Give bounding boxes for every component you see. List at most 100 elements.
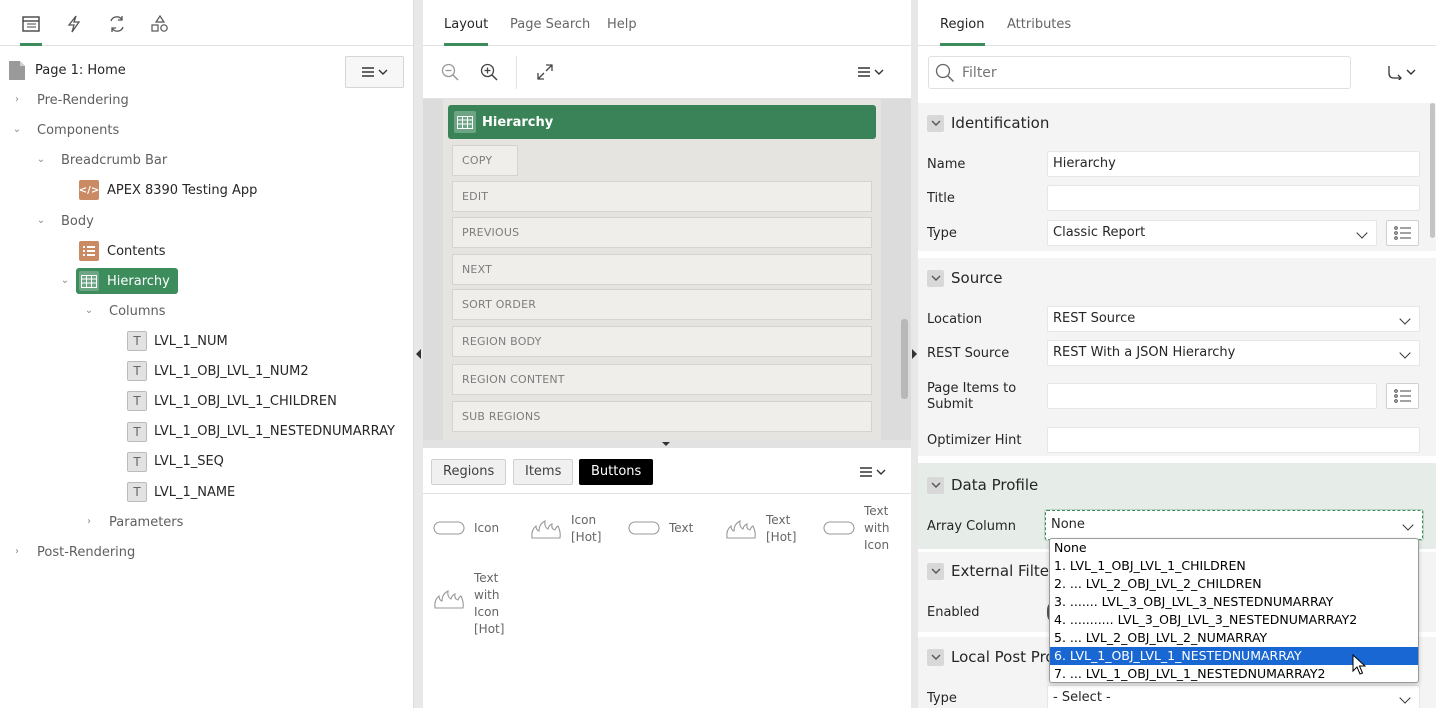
text-field-icon: T (127, 391, 147, 412)
processing-icon[interactable] (106, 13, 128, 35)
tree-node-column[interactable]: T LVL_1_SEQ (127, 449, 224, 475)
expand-icon[interactable] (534, 61, 556, 83)
page-title[interactable]: Page 1: Home (35, 57, 126, 83)
chevron-down-icon[interactable]: ⌄ (59, 275, 71, 287)
property-scrollbar[interactable] (1430, 103, 1435, 238)
chevron-down-icon[interactable]: ⌄ (35, 215, 47, 227)
prop-input-optimizer[interactable] (1047, 427, 1420, 453)
tree-node-post-rendering[interactable]: Post-Rendering (37, 539, 135, 565)
tree-node-components[interactable]: Components (37, 117, 119, 143)
flame-icon[interactable] (725, 520, 757, 544)
drop-zone[interactable]: EDIT (452, 181, 872, 212)
horizontal-splitter[interactable] (423, 440, 911, 448)
filter-input[interactable] (962, 62, 1342, 84)
gallery-tab-items[interactable]: Items (513, 459, 574, 485)
chevron-down-icon[interactable] (927, 476, 944, 494)
right-splitter[interactable] (911, 0, 918, 708)
tree-node-columns[interactable]: Columns (109, 298, 166, 324)
collapse-left-icon[interactable] (416, 349, 421, 359)
left-toolbar (0, 0, 413, 46)
prop-input-title[interactable] (1047, 185, 1420, 211)
tree-node-breadcrumb-region[interactable]: </> APEX 8390 Testing App (79, 177, 257, 203)
drop-zone[interactable]: REGION CONTENT (452, 364, 872, 395)
section-data-profile[interactable]: Data Profile (918, 465, 1436, 505)
page-items-list-button[interactable] (1386, 383, 1419, 409)
collapse-down-icon[interactable] (662, 442, 670, 446)
gallery-tab-buttons[interactable]: Buttons (579, 459, 654, 485)
tab-layout[interactable]: Layout (444, 0, 489, 46)
rendering-tree-icon[interactable] (20, 13, 42, 35)
dropdown-option[interactable]: None (1050, 539, 1418, 557)
tree-menu-button[interactable] (345, 56, 404, 88)
go-to-group-icon[interactable] (1384, 62, 1420, 82)
zoom-out-icon[interactable] (439, 61, 461, 83)
tree-node-contents[interactable]: Contents (79, 238, 165, 264)
filter-box[interactable] (928, 56, 1351, 89)
drop-zone[interactable]: NEXT (452, 254, 872, 285)
section-source[interactable]: Source (918, 258, 1436, 298)
tree-node-column[interactable]: T LVL_1_NUM (127, 328, 228, 354)
gallery-item-label: Text [Hot] (766, 513, 797, 544)
prop-input-page-items[interactable] (1047, 383, 1377, 409)
dropdown-option[interactable]: 1. LVL_1_OBJ_LVL_1_CHILDREN (1050, 557, 1418, 575)
tree-node-column[interactable]: T LVL_1_OBJ_LVL_1_NUM2 (127, 358, 309, 384)
region-header-hierarchy[interactable]: Hierarchy (448, 105, 876, 139)
pill-button-icon[interactable] (823, 520, 855, 540)
section-identification[interactable]: Identification (918, 103, 1436, 143)
tab-help[interactable]: Help (607, 0, 637, 46)
tree-node-pre-rendering[interactable]: Pre-Rendering (37, 87, 129, 113)
tab-attributes[interactable]: Attributes (1007, 0, 1071, 46)
drop-zone[interactable]: SUB REGIONS (452, 401, 872, 432)
dropdown-option[interactable]: 3. ....... LVL_3_OBJ_LVL_3_NESTEDNUMARRA… (1050, 593, 1418, 611)
chevron-down-icon[interactable] (927, 269, 944, 287)
chevron-right-icon[interactable]: › (11, 546, 23, 558)
prop-select-type2[interactable]: - Select - (1047, 685, 1420, 708)
chevron-down-icon[interactable]: ⌄ (35, 154, 47, 166)
flame-icon[interactable] (433, 590, 465, 614)
tab-region[interactable]: Region (940, 0, 985, 46)
chevron-down-icon[interactable] (927, 114, 944, 132)
pill-button-icon[interactable] (628, 520, 660, 540)
chevron-down-icon[interactable] (927, 648, 944, 666)
layout-menu-icon[interactable] (853, 64, 889, 80)
tree-node-hierarchy[interactable]: Hierarchy (76, 268, 178, 294)
chevron-right-icon[interactable]: › (11, 94, 23, 106)
layout-canvas[interactable]: Hierarchy COPY EDIT PREVIOUS NEXT SORT ORDER… (423, 99, 911, 440)
drop-zone[interactable]: PREVIOUS (452, 217, 872, 248)
section-title: External Filter (951, 562, 1056, 580)
dropdown-option[interactable]: 4. ........... LVL_3_OBJ_LVL_3_NESTEDNUM… (1050, 611, 1418, 629)
canvas-scrollbar[interactable] (901, 319, 908, 399)
chevron-down-icon[interactable]: ⌄ (83, 305, 95, 317)
collapse-right-icon[interactable] (912, 349, 917, 359)
dropdown-option[interactable]: 2. ... LVL_2_OBJ_LVL_2_CHILDREN (1050, 575, 1418, 593)
rendering-tree-pane: Page 1: Home › Pre-Rendering ⌄ Component… (0, 0, 414, 708)
zoom-in-icon[interactable] (478, 61, 500, 83)
gallery-menu-icon[interactable] (855, 464, 891, 480)
drop-zone[interactable]: SORT ORDER (452, 289, 872, 320)
gallery-tab-regions[interactable]: Regions (431, 459, 507, 485)
drop-zone[interactable]: REGION BODY (452, 326, 872, 357)
flame-icon[interactable] (530, 520, 562, 544)
prop-select-location[interactable]: REST Source (1047, 306, 1420, 332)
drop-zone[interactable]: COPY (452, 145, 518, 176)
shared-components-icon[interactable] (149, 13, 171, 35)
tab-page-search[interactable]: Page Search (510, 0, 590, 46)
tree-node-column[interactable]: T LVL_1_NAME (127, 479, 235, 505)
tree-node-column[interactable]: T LVL_1_OBJ_LVL_1_CHILDREN (127, 388, 337, 414)
dynamic-actions-icon[interactable] (63, 13, 85, 35)
chevron-down-icon[interactable] (927, 562, 944, 580)
pill-button-icon[interactable] (433, 520, 465, 540)
tree-node-parameters[interactable]: Parameters (109, 509, 183, 535)
prop-input-name[interactable]: Hierarchy (1047, 151, 1420, 177)
prop-select-array-column[interactable]: None (1045, 510, 1423, 540)
chevron-right-icon[interactable]: › (83, 516, 95, 528)
dropdown-option[interactable]: 5. ... LVL_2_OBJ_LVL_2_NUMARRAY (1050, 629, 1418, 647)
chevron-down-icon[interactable]: ⌄ (11, 124, 23, 136)
tree-node-breadcrumb-bar[interactable]: Breadcrumb Bar (61, 147, 167, 173)
tree-node-column[interactable]: T LVL_1_OBJ_LVL_1_NESTEDNUMARRAY (127, 419, 395, 445)
left-splitter[interactable] (414, 0, 423, 708)
prop-select-type[interactable]: Classic Report (1047, 220, 1377, 246)
type-list-button[interactable] (1386, 220, 1419, 246)
tree-node-body[interactable]: Body (61, 208, 94, 234)
prop-select-rest-source[interactable]: REST With a JSON Hierarchy (1047, 340, 1420, 366)
